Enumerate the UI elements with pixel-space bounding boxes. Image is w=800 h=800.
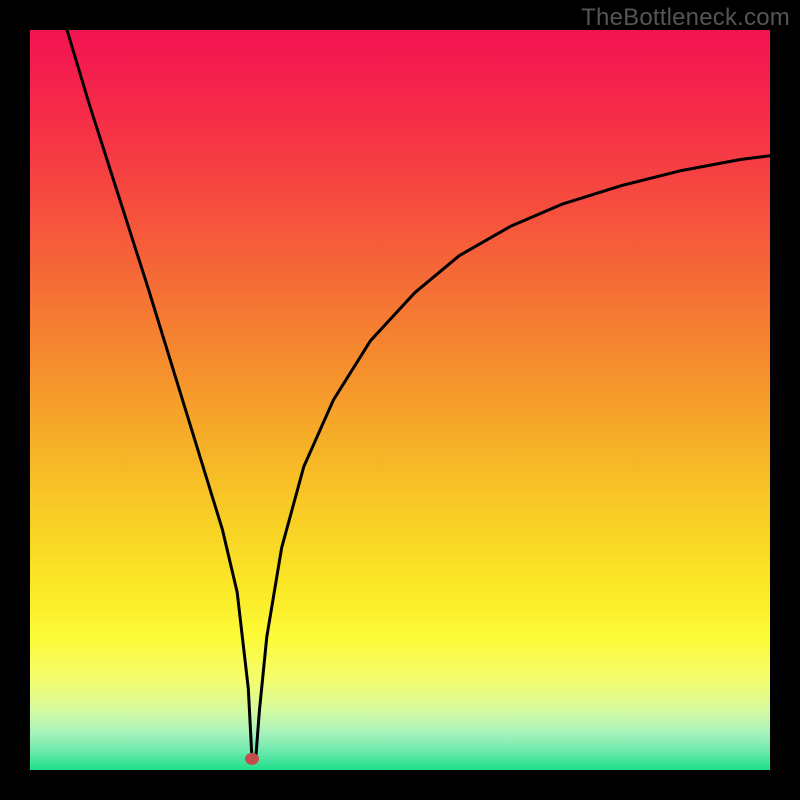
gradient-background (30, 30, 770, 770)
plot-area (30, 30, 770, 770)
chart-svg (30, 30, 770, 770)
watermark-text: TheBottleneck.com (581, 4, 790, 32)
chart-frame: TheBottleneck.com (0, 0, 800, 800)
minimum-marker (245, 753, 259, 765)
